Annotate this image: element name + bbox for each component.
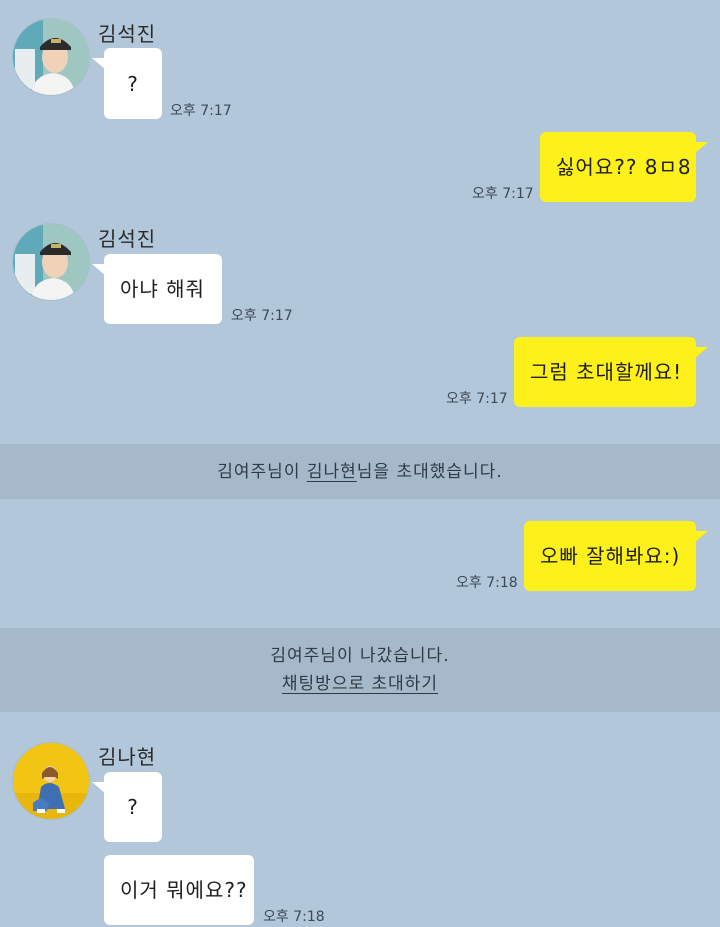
sender-name: 김석진 (98, 227, 157, 251)
notice-text: 김여주님이 김나현님을 초대했습니다. (217, 458, 502, 486)
message-text: 싫어요?? 8ㅁ8 (556, 155, 692, 179)
message-time: 오후 7:18 (456, 575, 518, 591)
message-text: ? (127, 795, 139, 819)
system-notice-left: 김여주님이 나갔습니다. 채팅방으로 초대하기 (0, 628, 720, 712)
invitee-name-link[interactable]: 김나현 (307, 462, 357, 482)
invite-to-chatroom-link[interactable]: 채팅방으로 초대하기 (282, 670, 438, 698)
message-bubble-incoming[interactable]: ? (92, 772, 162, 842)
message-bubble-outgoing[interactable]: 그럼 초대할께요! (514, 337, 708, 407)
message-time: 오후 7:17 (446, 391, 508, 407)
sender-name: 김석진 (98, 22, 157, 46)
message-time: 오후 7:17 (472, 186, 534, 202)
avatar-kim-nahyun[interactable] (12, 742, 90, 820)
avatar-kim-seokjin[interactable] (12, 18, 90, 96)
notice-suffix: 님을 초대했습니다. (356, 461, 503, 482)
message-bubble-incoming[interactable]: 이거 뭐에요?? (104, 855, 254, 925)
message-text: 그럼 초대할께요! (530, 360, 683, 384)
message-text: 아냐 해줘 (120, 277, 205, 301)
notice-left-text: 김여주님이 나갔습니다. (270, 646, 450, 666)
message-time: 오후 7:17 (231, 308, 293, 324)
message-text: 오빠 잘해봐요:) (540, 544, 681, 568)
message-time: 오후 7:17 (170, 103, 232, 119)
message-bubble-incoming[interactable]: 아냐 해줘 (92, 254, 222, 324)
notice-prefix: 김여주님이 (217, 461, 307, 482)
avatar-kim-seokjin[interactable] (12, 223, 90, 301)
message-text: 이거 뭐에요?? (120, 878, 248, 902)
message-bubble-incoming[interactable]: ? (92, 48, 162, 119)
message-text: ? (127, 71, 139, 96)
system-notice-invite: 김여주님이 김나현님을 초대했습니다. (0, 444, 720, 499)
message-bubble-outgoing[interactable]: 오빠 잘해봐요:) (524, 521, 708, 591)
message-bubble-outgoing[interactable]: 싫어요?? 8ㅁ8 (540, 132, 708, 202)
sender-name: 김나현 (98, 745, 157, 769)
message-time: 오후 7:18 (263, 909, 325, 925)
